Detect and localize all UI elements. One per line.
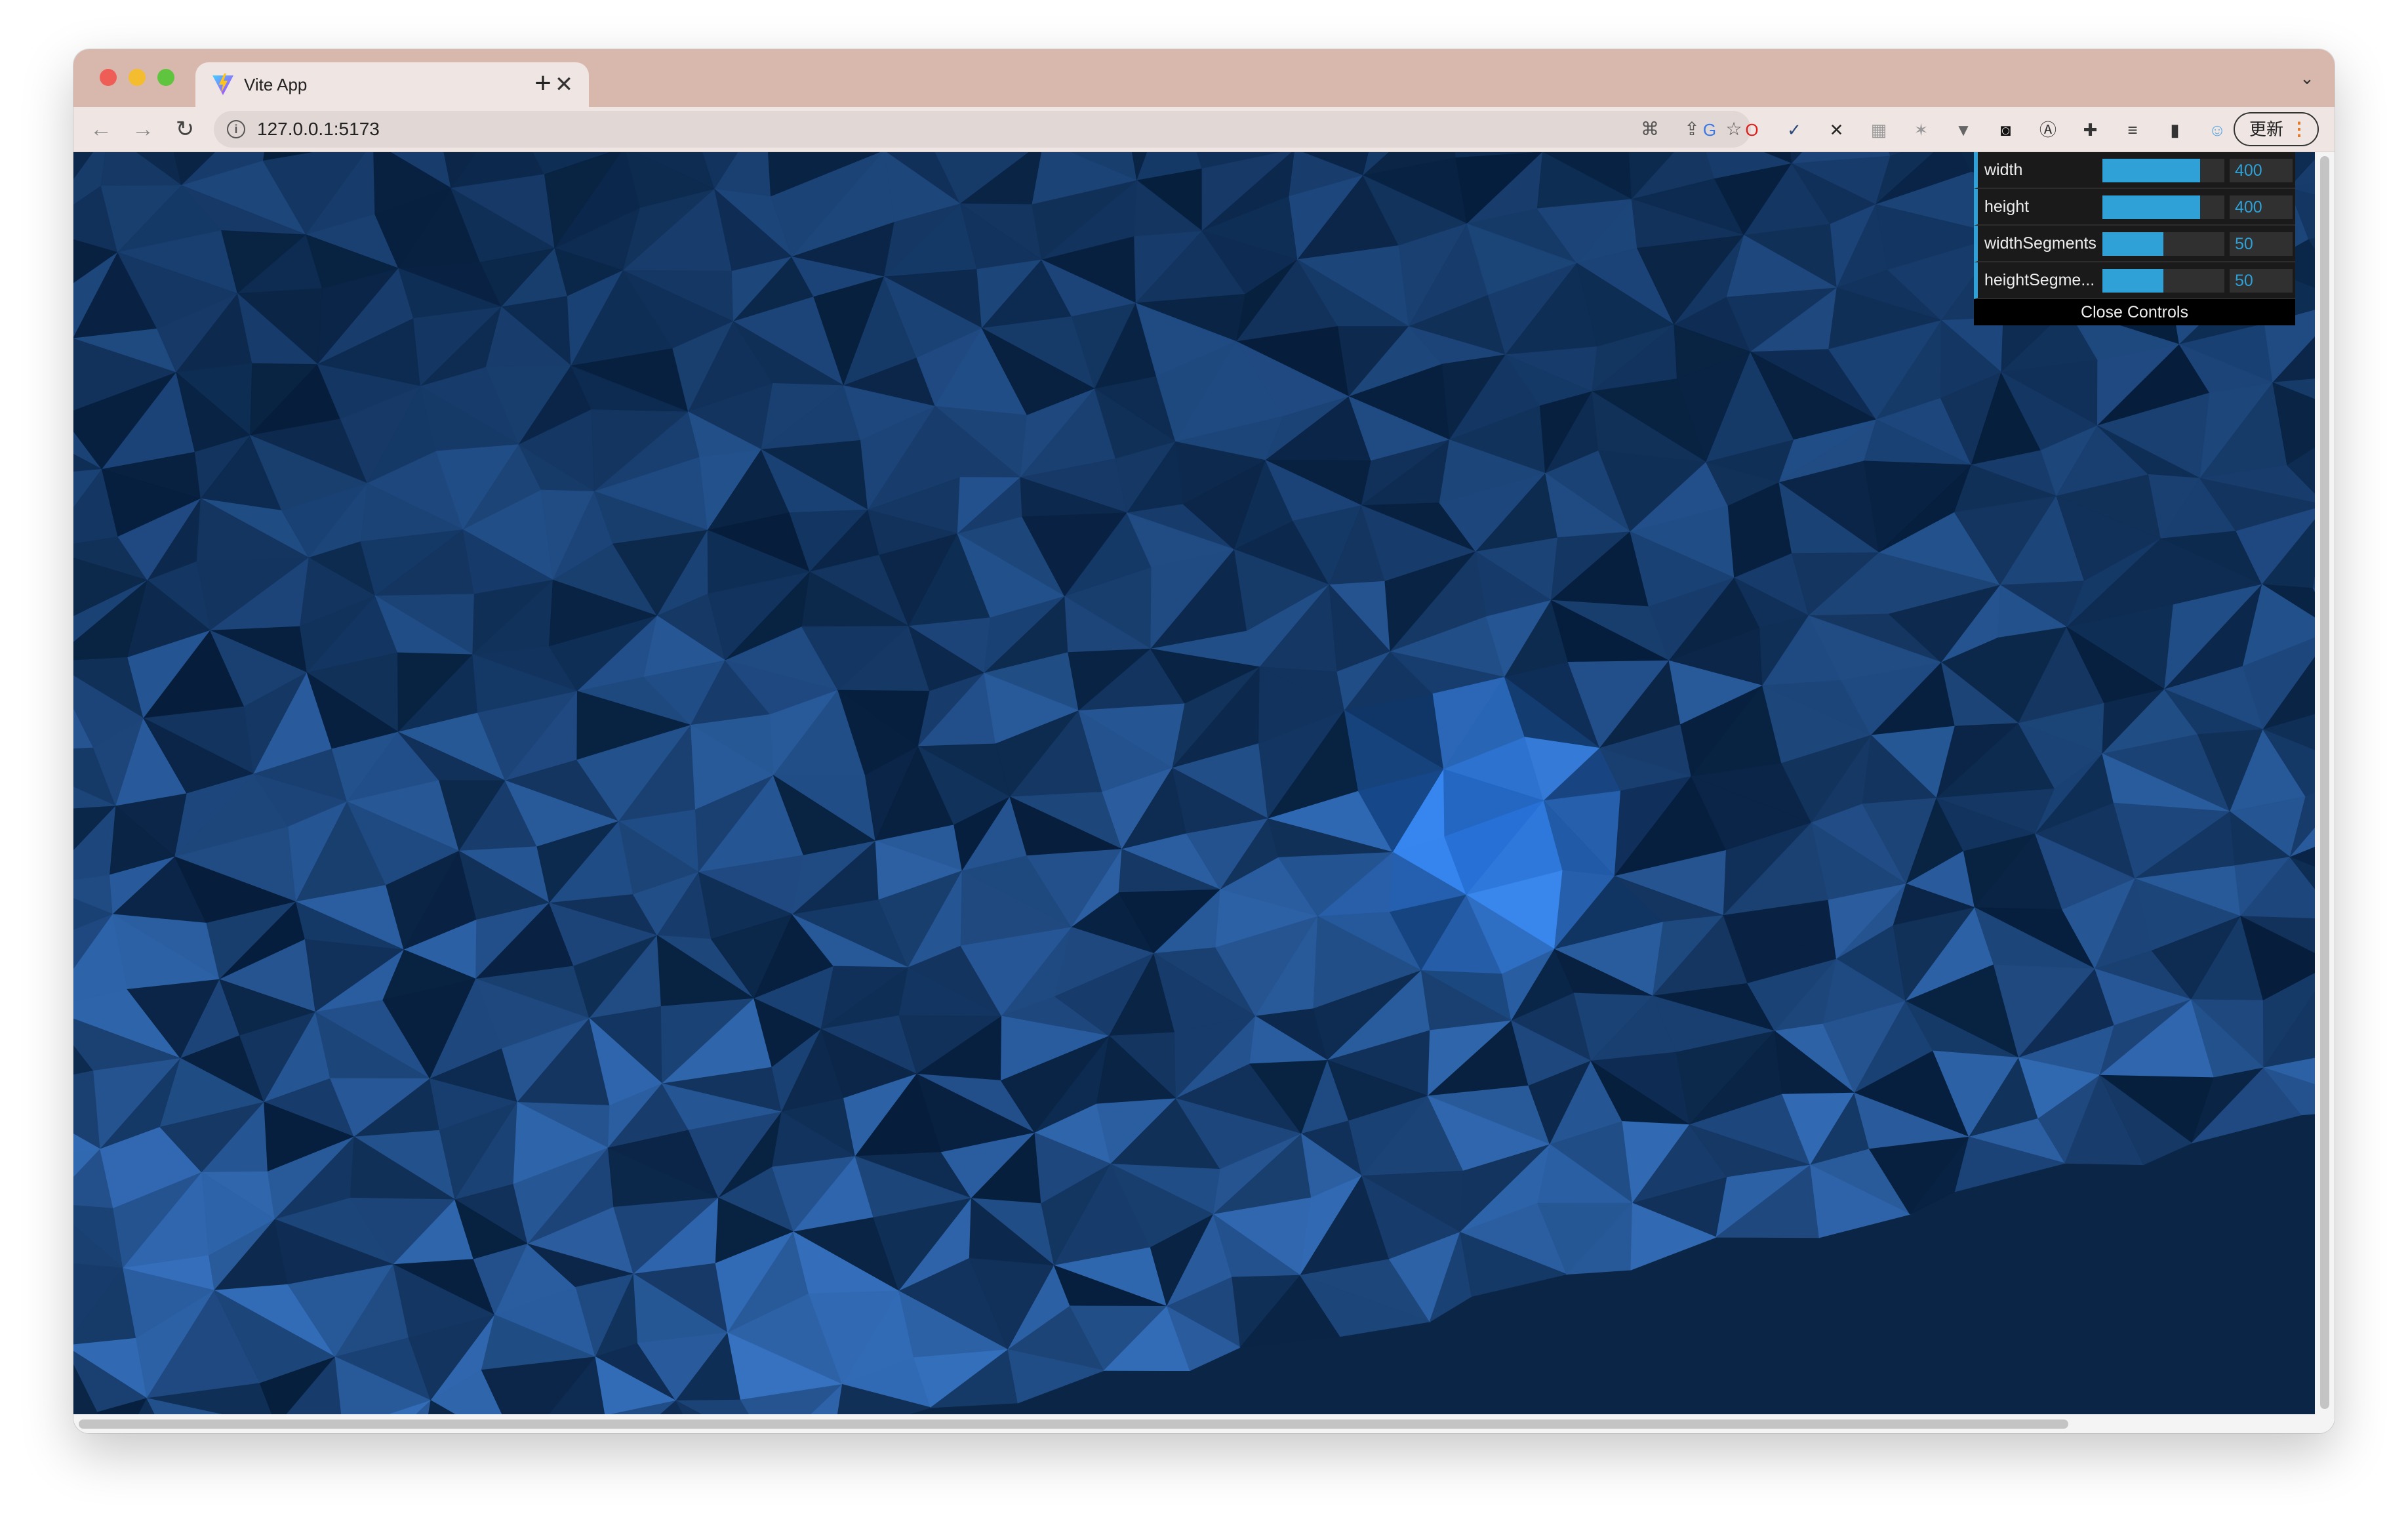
forward-button[interactable]: → — [126, 112, 160, 146]
width-segments-slider[interactable] — [2102, 232, 2224, 256]
sparkle-extension-icon[interactable]: ✶ — [1909, 117, 1934, 142]
zoom-window-button[interactable] — [157, 69, 174, 86]
height-number-input[interactable]: 400 — [2230, 195, 2293, 219]
mask-extension-icon[interactable]: ◙ — [1994, 117, 2018, 142]
a-circle-extension-icon[interactable]: Ⓐ — [2036, 117, 2060, 142]
gui-control-height: height 400 — [1974, 189, 2295, 226]
translate-icon[interactable]: ⌘ — [1637, 116, 1663, 142]
profile-avatar-icon[interactable]: ☺ — [2205, 117, 2230, 142]
vertical-scroll-thumb[interactable] — [2320, 156, 2329, 1409]
new-tab-button[interactable]: + — [523, 64, 563, 103]
width-segments-number-input[interactable]: 50 — [2230, 232, 2293, 256]
tab-search-chevron-icon[interactable]: ⌄ — [2294, 65, 2320, 91]
update-button[interactable]: 更新 ⋮ — [2234, 112, 2319, 146]
back-button[interactable]: ← — [84, 112, 118, 146]
vertical-scrollbar[interactable] — [2315, 152, 2335, 1414]
address-bar[interactable]: i 127.0.0.1:5173 ⌘ ⇪ ☆ — [214, 111, 1751, 148]
horizontal-scroll-thumb[interactable] — [79, 1419, 2068, 1429]
gui-control-width-segments: widthSegments 50 — [1974, 226, 2295, 262]
gui-control-width: width 400 — [1974, 152, 2295, 189]
address-url[interactable]: 127.0.0.1:5173 — [257, 111, 380, 148]
width-number-input[interactable]: 400 — [2230, 159, 2293, 182]
checkmark-extension-icon[interactable]: ✓ — [1782, 117, 1807, 142]
low-poly-plane-mesh — [73, 152, 2315, 1414]
page-viewport: width 400 height 400 widthSegments 50 he… — [73, 152, 2335, 1433]
webgl-canvas[interactable]: width 400 height 400 widthSegments 50 he… — [73, 152, 2315, 1414]
horizontal-scrollbar[interactable] — [73, 1414, 2335, 1433]
height-slider[interactable] — [2102, 195, 2224, 219]
width-slider[interactable] — [2102, 159, 2224, 182]
gui-label: heightSegme... — [1984, 271, 2095, 289]
menu-kebab-icon: ⋮ — [2290, 119, 2308, 139]
x-extension-icon[interactable]: ✕ — [1824, 117, 1849, 142]
vue-devtools-extension-icon[interactable]: ▼ — [1951, 117, 1976, 142]
side-panel-icon[interactable]: ▮ — [2163, 117, 2188, 142]
tab-strip: Vite App ✕ + ⌄ — [73, 49, 2335, 107]
google-translate-extension-icon[interactable]: G — [1697, 117, 1722, 142]
tab-title: Vite App — [244, 75, 308, 94]
browser-window: Vite App ✕ + ⌄ ← → ↻ i 127.0.0.1:5173 ⌘ … — [73, 49, 2335, 1433]
minimize-window-button[interactable] — [129, 69, 146, 86]
grid-extension-icon[interactable]: ▦ — [1866, 117, 1891, 142]
update-label: 更新 — [2249, 119, 2284, 139]
puzzle-extensions-icon[interactable]: ✚ — [2078, 117, 2103, 142]
opera-extension-icon[interactable]: O — [1740, 117, 1765, 142]
site-info-icon[interactable]: i — [227, 120, 245, 138]
dat-gui-panel: width 400 height 400 widthSegments 50 he… — [1974, 152, 2295, 325]
reading-list-icon[interactable]: ≡ — [2120, 117, 2145, 142]
gui-label: width — [1984, 161, 2023, 179]
gui-label: widthSegments — [1984, 234, 2097, 253]
close-controls-button[interactable]: Close Controls — [1974, 299, 2295, 325]
vite-logo-icon — [212, 73, 233, 95]
reload-button[interactable]: ↻ — [168, 112, 202, 146]
height-segments-number-input[interactable]: 50 — [2230, 269, 2293, 293]
gui-label: height — [1984, 197, 2030, 216]
height-segments-slider[interactable] — [2102, 269, 2224, 293]
toolbar: ← → ↻ i 127.0.0.1:5173 ⌘ ⇪ ☆ G O ✓ ✕ ▦ ✶ ▼ ◙ Ⓐ ✚ ≡… — [73, 107, 2335, 152]
gui-control-height-segments: heightSegme... 50 — [1974, 262, 2295, 299]
close-window-button[interactable] — [100, 69, 117, 86]
